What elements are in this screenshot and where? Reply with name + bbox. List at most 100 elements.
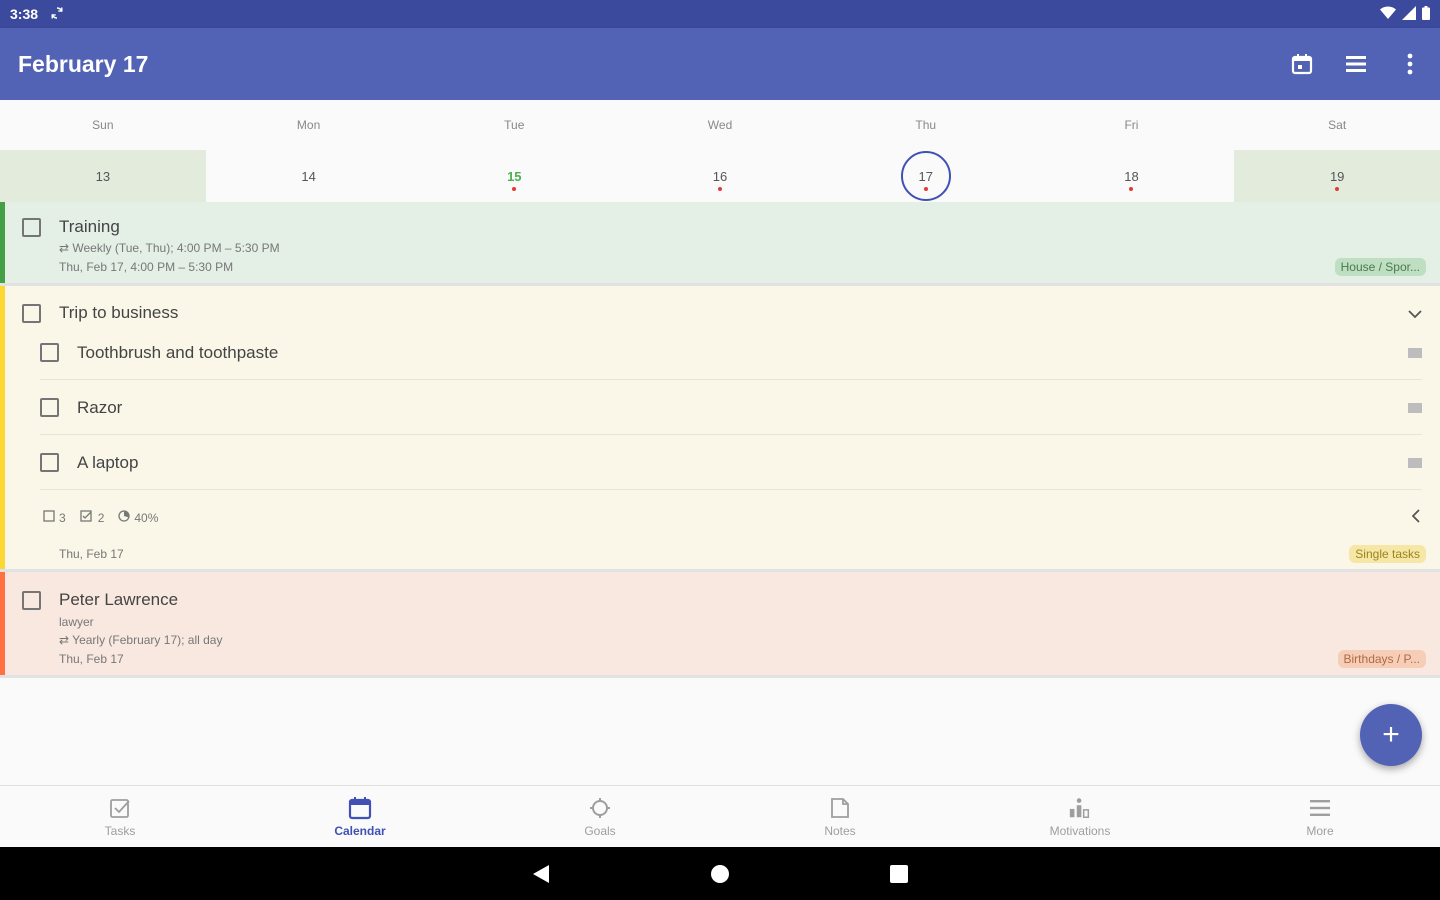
add-task-button[interactable]: +: [1360, 704, 1422, 766]
calendar-icon: [348, 796, 372, 820]
date-cell-17-today[interactable]: 17: [823, 150, 1029, 202]
subtask-checkbox[interactable]: [40, 343, 59, 362]
nav-label: Tasks: [104, 823, 136, 838]
event-dot: [718, 187, 723, 191]
day-name-fri: Fri: [1124, 118, 1139, 132]
view-list-icon[interactable]: [1344, 52, 1368, 76]
note-icon: [828, 796, 852, 820]
subtask-checkbox[interactable]: [40, 453, 59, 472]
category-chip[interactable]: Birthdays / P...: [1337, 650, 1426, 668]
nav-tasks[interactable]: Tasks: [0, 786, 240, 847]
recents-icon[interactable]: [890, 864, 908, 883]
date-number: 16: [712, 168, 728, 184]
chevron-down-icon[interactable]: [1408, 306, 1422, 324]
date-cell-18[interactable]: 18: [1029, 150, 1235, 202]
category-color-bar: [0, 572, 5, 675]
motivation-icon: [1068, 796, 1092, 820]
nav-label: Calendar: [334, 823, 386, 838]
date-number: 15: [507, 168, 522, 184]
more-vert-icon[interactable]: [1398, 52, 1422, 76]
status-bar: 3:38: [0, 0, 1440, 28]
status-time: 3:38: [10, 6, 39, 22]
event-dot: [923, 187, 928, 191]
nav-calendar[interactable]: Calendar: [240, 786, 480, 847]
date-cell-15[interactable]: 15: [411, 150, 617, 202]
task-repeat: ⇄ Weekly (Tue, Thu); 4:00 PM – 5:30 PM: [59, 241, 280, 255]
task-when: Thu, Feb 17, 4:00 PM – 5:30 PM: [59, 260, 234, 274]
subtask-count-icon: [43, 510, 55, 525]
category-chip[interactable]: Single tasks: [1349, 545, 1426, 563]
date-number: 18: [1124, 168, 1139, 184]
task-title: Training: [59, 217, 120, 236]
sync-icon: [50, 6, 64, 23]
bottom-navigation: Tasks Calendar Goals Notes Motivations M…: [0, 785, 1440, 847]
nav-label: Notes: [824, 823, 856, 838]
nav-more[interactable]: More: [1200, 786, 1440, 847]
drag-handle-icon[interactable]: [1408, 347, 1422, 358]
subtask-label: A laptop: [77, 452, 139, 472]
page-title: February 17: [18, 50, 149, 77]
nav-notes[interactable]: Notes: [720, 786, 960, 847]
category-chip[interactable]: House / Spor...: [1334, 258, 1426, 276]
subtask-stats: 3 2 40%: [43, 510, 158, 525]
date-cell-14[interactable]: 14: [206, 150, 412, 202]
signal-icon: [1402, 5, 1416, 23]
goal-target-icon: [588, 796, 612, 820]
menu-icon: [1308, 796, 1332, 820]
progress-percent: 40%: [134, 510, 159, 525]
nav-label: Motivations: [1049, 823, 1111, 838]
subtask-done: 2: [97, 510, 105, 525]
subtask-item[interactable]: Toothbrush and toothpaste: [40, 326, 1422, 380]
task-checkbox[interactable]: [22, 304, 41, 323]
date-cell-13[interactable]: 13: [0, 150, 206, 202]
subtask-checkbox[interactable]: [40, 398, 59, 417]
week-strip: Sun Mon Tue Wed Thu Fri Sat 13 14 15 16 …: [0, 100, 1440, 202]
date-number: 14: [301, 168, 316, 184]
drag-handle-icon[interactable]: [1408, 457, 1422, 468]
wifi-icon: [1380, 5, 1396, 23]
battery-icon: [1422, 5, 1430, 23]
task-card-training[interactable]: Training ⇄ Weekly (Tue, Thu); 4:00 PM – …: [0, 202, 1440, 286]
nav-goals[interactable]: Goals: [480, 786, 720, 847]
calendar-today-icon[interactable]: [1290, 52, 1314, 76]
day-name-mon: Mon: [296, 118, 321, 132]
subtask-done-icon: [80, 510, 94, 525]
category-color-bar: [0, 286, 5, 569]
home-icon[interactable]: [710, 864, 730, 884]
task-title: Trip to business: [59, 303, 179, 322]
today-ring: 17: [900, 151, 951, 201]
task-checkbox[interactable]: [22, 218, 41, 237]
nav-label: More: [1306, 823, 1334, 838]
back-icon[interactable]: [532, 864, 550, 884]
nav-motivations[interactable]: Motivations: [960, 786, 1200, 847]
progress-icon: [118, 510, 131, 525]
task-card-peter[interactable]: Peter Lawrence lawyer ⇄ Yearly (February…: [0, 572, 1440, 678]
subtask-item[interactable]: Razor: [40, 381, 1422, 435]
day-name-sat: Sat: [1328, 118, 1347, 132]
subtask-total: 3: [59, 510, 66, 525]
category-color-bar: [0, 202, 5, 283]
subtask-item[interactable]: A laptop: [40, 436, 1422, 490]
date-number: 17: [918, 168, 933, 184]
chevron-left-icon[interactable]: [1411, 509, 1420, 528]
date-number: 19: [1329, 168, 1345, 184]
subtask-label: Razor: [77, 397, 123, 417]
nav-label: Goals: [584, 823, 616, 838]
date-cell-19[interactable]: 19: [1234, 150, 1440, 202]
task-card-trip[interactable]: Trip to business Toothbrush and toothpas…: [0, 286, 1440, 572]
task-title: Peter Lawrence: [59, 590, 179, 609]
repeat-icon: ⇄: [59, 241, 73, 255]
date-cell-16[interactable]: 16: [617, 150, 823, 202]
event-dot: [1129, 187, 1134, 191]
event-dot: [512, 187, 517, 191]
drag-handle-icon[interactable]: [1408, 402, 1422, 413]
date-number: 13: [95, 168, 111, 184]
day-name-wed: Wed: [707, 118, 733, 132]
system-navigation-bar: [0, 847, 1440, 900]
task-checkbox[interactable]: [22, 591, 41, 610]
task-check-icon: [108, 796, 132, 820]
task-when: Thu, Feb 17: [59, 547, 124, 561]
task-when: Thu, Feb 17: [59, 652, 124, 666]
task-repeat-text: Weekly (Tue, Thu); 4:00 PM – 5:30 PM: [72, 241, 280, 255]
day-name-sun: Sun: [92, 118, 114, 132]
